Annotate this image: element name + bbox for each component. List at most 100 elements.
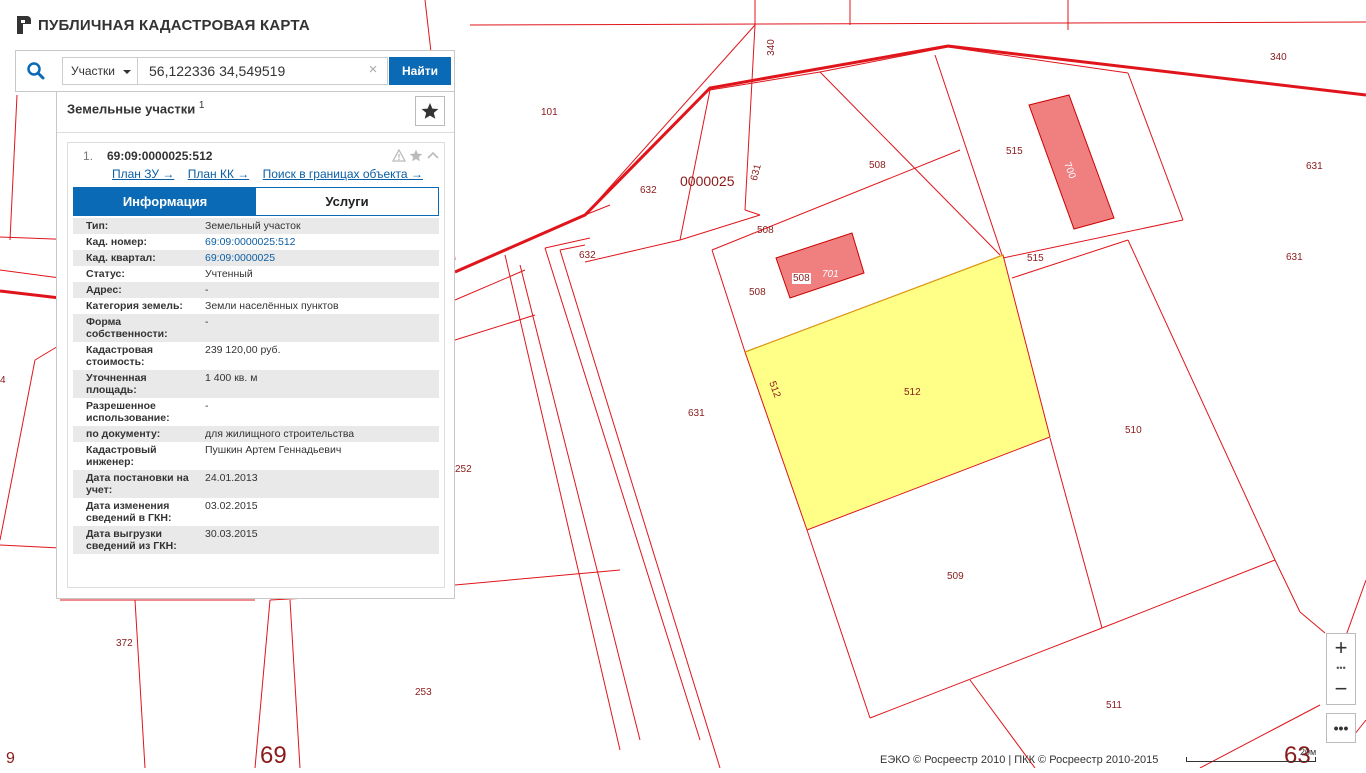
map-label: 508 [869, 160, 886, 171]
info-row: Категория земель: Земли населённых пункто… [73, 298, 439, 314]
results-count: 1 [198, 100, 205, 111]
search-type-label: Участки [71, 64, 115, 78]
zoom-control: + ••• − [1326, 633, 1356, 705]
map-label: 509 [947, 571, 964, 582]
info-row: Кадастровая стоимость: 239 120,00 руб. [73, 342, 439, 370]
chevron-up-icon[interactable] [426, 149, 440, 162]
info-row: Кадастровый инженер: Пушкин Артем Геннадь… [73, 442, 439, 470]
link-plan-zu[interactable]: План ЗУ → [112, 167, 174, 181]
warning-icon[interactable] [392, 149, 406, 162]
map-label: 253 [415, 687, 432, 698]
info-table: Тип: Земельный участок Кад. номер: 69:09:0… [73, 218, 439, 554]
info-row: Дата постановки на учет: 24.01.2013 [73, 470, 439, 498]
app-title: ПУБЛИЧНАЯ КАДАСТРОВАЯ КАРТА [38, 16, 310, 34]
map-label-building: 508 [792, 273, 811, 284]
star-icon[interactable] [409, 149, 423, 162]
scale-bar [1186, 757, 1316, 762]
map-label: 511 [1106, 700, 1122, 711]
info-value: Учтенный [205, 268, 253, 280]
map-label-selected: 512 [904, 387, 921, 398]
info-key: Адрес: [86, 284, 122, 296]
result-card: 1. 69:09:0000025:512 План ЗУ → План КК →… [67, 142, 445, 588]
tab-services[interactable]: Услуги [256, 188, 438, 215]
map-label: 515 [1027, 253, 1044, 264]
info-key: по документу: [86, 428, 161, 440]
results-heading: Земельные участки 1 [67, 100, 204, 116]
results-panel: Земельные участки 1 1. 69:09:0000025:512… [56, 92, 455, 599]
info-value: - [205, 316, 209, 328]
info-row: Форма собственности: - [73, 314, 439, 342]
info-row: Тип: Земельный участок [73, 218, 439, 234]
map-label: 4 [0, 375, 6, 386]
map-label: 372 [116, 638, 133, 649]
card-actions [392, 149, 440, 162]
info-key: Дата постановки на учет: [86, 472, 189, 496]
info-key: Кадастровая стоимость: [86, 344, 153, 368]
tab-info[interactable]: Информация [74, 188, 256, 215]
map-label: 252 [455, 464, 472, 475]
zoom-slider-handle[interactable]: ••• [1327, 663, 1355, 675]
info-row: по документу: для жилищного строительства [73, 426, 439, 442]
map-label: 9 [6, 750, 15, 767]
link-plan-kk[interactable]: План КК → [188, 167, 250, 181]
info-key: Уточненная площадь: [86, 372, 147, 396]
result-index: 1. [83, 149, 94, 163]
info-row: Дата изменения сведений в ГКН: 03.02.2015 [73, 498, 439, 526]
info-value: 03.02.2015 [205, 500, 258, 512]
map-label: 340 [765, 39, 777, 56]
info-row: Дата выгрузки сведений из ГКН: 30.03.2015 [73, 526, 439, 554]
info-value: 24.01.2013 [205, 472, 258, 484]
map-label-block: 0000025 [680, 173, 735, 189]
info-value: Земельный участок [205, 220, 301, 232]
info-value: Пушкин Артем Геннадьевич [205, 444, 342, 456]
info-row: Уточненная площадь: 1 400 кв. м [73, 370, 439, 398]
info-row: Кад. номер: 69:09:0000025:512 [73, 234, 439, 250]
chevron-down-icon [123, 70, 131, 74]
info-key: Кад. номер: [86, 236, 148, 248]
info-key: Дата изменения сведений в ГКН: [86, 500, 172, 524]
link-search-in-bounds[interactable]: Поиск в границах объекта → [263, 167, 423, 181]
rosreestr-logo-icon [17, 16, 31, 34]
search-icon[interactable] [26, 61, 46, 81]
info-key: Статус: [86, 268, 125, 280]
info-row: Адрес: - [73, 282, 439, 298]
map-label: 631 [1306, 161, 1323, 172]
map-label: 632 [579, 250, 596, 261]
info-value: - [205, 284, 209, 296]
result-cad-number[interactable]: 69:09:0000025:512 [107, 149, 212, 163]
info-value-link[interactable]: 69:09:0000025 [193, 250, 439, 266]
star-icon [421, 103, 439, 119]
copyright: ЕЭКО © Росреестр 2010 | ПКК © Росреестр … [880, 754, 1159, 766]
favorites-button[interactable] [415, 96, 445, 126]
divider [57, 132, 454, 133]
search-input[interactable] [137, 57, 388, 85]
zoom-out-button[interactable]: − [1327, 675, 1355, 703]
scale-label: 20м [1300, 747, 1317, 757]
search-bar: Участки × Найти [15, 50, 455, 92]
more-tools-button[interactable]: ••• [1326, 713, 1356, 743]
info-key: Категория земель: [86, 300, 183, 312]
info-value: 30.03.2015 [205, 528, 258, 540]
map-label: 632 [640, 185, 657, 196]
info-value: - [205, 400, 209, 412]
info-row: Кад. квартал: 69:09:0000025 [73, 250, 439, 266]
zoom-in-button[interactable]: + [1327, 634, 1355, 662]
map-label: 101 [541, 107, 558, 118]
app-header: ПУБЛИЧНАЯ КАДАСТРОВАЯ КАРТА [15, 16, 310, 34]
map-label-building: 701 [822, 269, 839, 280]
info-key: Разрешенное использование: [86, 400, 170, 424]
map-label: 510 [1125, 425, 1142, 436]
clear-icon[interactable]: × [366, 62, 380, 77]
info-value-link[interactable]: 69:09:0000025:512 [193, 234, 439, 250]
info-key: Кадастровый инженер: [86, 444, 157, 468]
info-key: Кад. квартал: [86, 252, 156, 264]
search-type-select[interactable]: Участки [62, 57, 138, 85]
info-value: 1 400 кв. м [205, 372, 258, 384]
result-tabs: Информация Услуги [73, 187, 439, 216]
info-key: Форма собственности: [86, 316, 168, 340]
info-key: Тип: [86, 220, 109, 232]
find-button[interactable]: Найти [389, 57, 451, 85]
map-label: 508 [757, 225, 774, 236]
result-links: План ЗУ → План КК → Поиск в границах объ… [112, 167, 433, 181]
info-value: Земли населённых пунктов [205, 300, 339, 312]
